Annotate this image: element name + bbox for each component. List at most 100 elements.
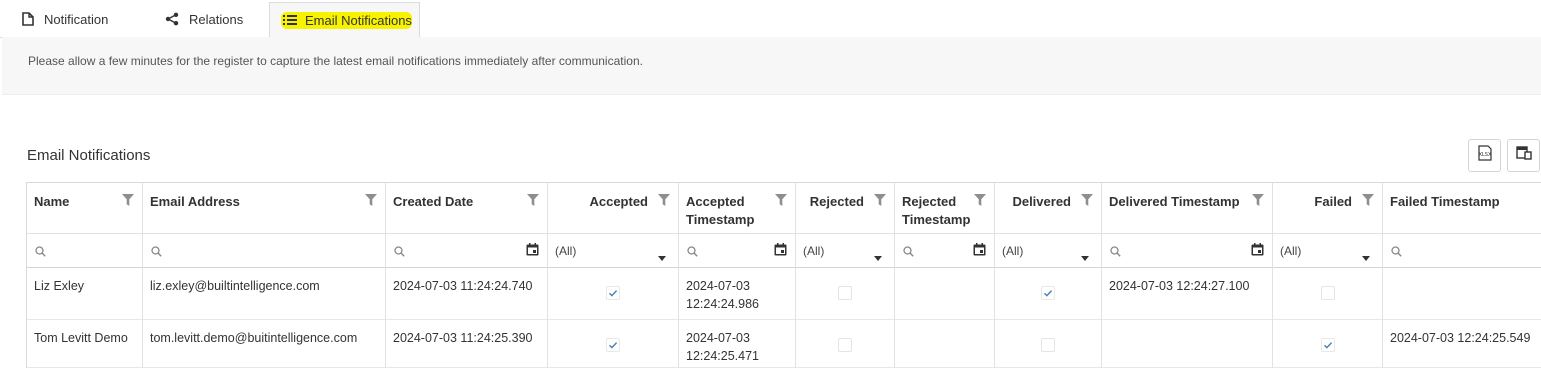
column-header-accepted_ts[interactable]: Accepted Timestamp xyxy=(679,183,795,234)
filter-select-value: (All) xyxy=(803,244,825,258)
column-header-label: Failed xyxy=(1314,194,1352,209)
table-cell-rejected_ts xyxy=(895,268,994,320)
search-icon xyxy=(687,246,698,260)
table-cell-delivered xyxy=(995,320,1101,368)
checkbox-unchecked xyxy=(838,338,852,352)
filter-cell-email[interactable] xyxy=(143,234,385,268)
table-cell-name: Liz Exley xyxy=(27,268,142,320)
column-header-label: Created Date xyxy=(393,194,474,209)
filter-funnel-icon[interactable] xyxy=(122,193,134,211)
filter-cell-accepted[interactable]: (All) xyxy=(548,234,678,268)
filter-funnel-icon[interactable] xyxy=(1252,193,1264,211)
search-icon xyxy=(1391,246,1402,260)
filter-funnel-icon[interactable] xyxy=(658,193,670,211)
cell-text: 2024-07-03 12:24:27.100 xyxy=(1109,279,1250,293)
filter-cell-failed_ts[interactable] xyxy=(1383,234,1541,268)
grid-column-failed: Failed (All) xyxy=(1273,183,1383,368)
column-header-delivered_ts[interactable]: Delivered Timestamp xyxy=(1102,183,1272,234)
filter-cell-rejected[interactable]: (All) xyxy=(796,234,894,268)
filter-funnel-icon[interactable] xyxy=(365,193,377,211)
column-header-label: Accepted xyxy=(589,194,648,209)
checkbox-unchecked xyxy=(838,286,852,300)
document-icon xyxy=(22,12,34,26)
checkbox-checked xyxy=(606,338,620,352)
calendar-icon[interactable] xyxy=(973,243,986,259)
grid-column-failed_ts: Failed Timestamp 2024-07-03 12:24:25.549 xyxy=(1383,183,1541,368)
table-cell-rejected_ts xyxy=(895,320,994,368)
checkbox-unchecked xyxy=(1041,338,1055,352)
chevron-down-icon[interactable] xyxy=(658,250,666,264)
cell-text: 2024-07-03 12:24:25.471 xyxy=(686,331,759,363)
table-cell-delivered xyxy=(995,268,1101,320)
column-header-failed_ts[interactable]: Failed Timestamp xyxy=(1383,183,1541,234)
grid-column-rejected: Rejected (All) xyxy=(796,183,895,368)
column-header-accepted[interactable]: Accepted xyxy=(548,183,678,234)
search-icon xyxy=(903,246,914,260)
tab-email-notifications[interactable]: Email Notifications xyxy=(269,2,420,38)
filter-cell-delivered_ts[interactable] xyxy=(1102,234,1272,268)
table-cell-email: liz.exley@builtintelligence.com xyxy=(143,268,385,320)
table-cell-rejected xyxy=(796,268,894,320)
share-icon xyxy=(165,12,179,26)
cell-text: liz.exley@builtintelligence.com xyxy=(150,279,320,293)
column-header-created[interactable]: Created Date xyxy=(386,183,547,234)
table-cell-accepted_ts: 2024-07-03 12:24:25.471 xyxy=(679,320,795,368)
tab-highlight: Email Notifications xyxy=(281,11,412,29)
table-cell-created: 2024-07-03 11:24:24.740 xyxy=(386,268,547,320)
cell-text: 2024-07-03 12:24:24.986 xyxy=(686,279,759,311)
chevron-down-icon[interactable] xyxy=(874,250,882,264)
column-header-rejected[interactable]: Rejected xyxy=(796,183,894,234)
column-header-name[interactable]: Name xyxy=(27,183,142,234)
filter-cell-rejected_ts[interactable] xyxy=(895,234,994,268)
filter-funnel-icon[interactable] xyxy=(775,193,787,211)
column-header-email[interactable]: Email Address xyxy=(143,183,385,234)
filter-cell-accepted_ts[interactable] xyxy=(679,234,795,268)
tab-bar: Notification Relations Email Notificatio… xyxy=(0,0,1541,38)
filter-funnel-icon[interactable] xyxy=(527,193,539,211)
grid-column-delivered: Delivered (All) xyxy=(995,183,1102,368)
tab-label: Relations xyxy=(189,11,244,27)
calendar-icon[interactable] xyxy=(1251,243,1264,259)
filter-funnel-icon[interactable] xyxy=(1081,193,1093,211)
table-cell-failed_ts: 2024-07-03 12:24:25.549 xyxy=(1383,320,1541,368)
calendar-icon[interactable] xyxy=(774,243,787,259)
filter-cell-created[interactable] xyxy=(386,234,547,268)
search-icon xyxy=(151,246,162,260)
column-header-rejected_ts[interactable]: Rejected Timestamp xyxy=(895,183,994,234)
tab-relations[interactable]: Relations xyxy=(143,2,269,36)
filter-funnel-icon[interactable] xyxy=(974,193,986,211)
filter-funnel-icon[interactable] xyxy=(1362,193,1374,211)
filter-funnel-icon[interactable] xyxy=(874,193,886,211)
column-header-label: Rejected xyxy=(809,194,864,209)
search-icon xyxy=(35,246,46,260)
column-chooser-button[interactable] xyxy=(1507,139,1540,172)
column-header-label: Email Address xyxy=(150,194,240,209)
chevron-down-icon[interactable] xyxy=(1362,250,1370,264)
section-title: Email Notifications xyxy=(27,147,151,164)
search-icon xyxy=(394,246,405,260)
table-cell-delivered_ts xyxy=(1102,320,1272,368)
tab-label: Notification xyxy=(44,11,109,27)
info-panel: Please allow a few minutes for the regis… xyxy=(2,37,1541,95)
filter-cell-delivered[interactable]: (All) xyxy=(995,234,1101,268)
cell-text: Liz Exley xyxy=(34,279,85,293)
chevron-down-icon[interactable] xyxy=(1081,250,1089,264)
table-cell-email: tom.levitt.demo@buitintelligence.com xyxy=(143,320,385,368)
grid-column-rejected_ts: Rejected Timestamp xyxy=(895,183,995,368)
filter-cell-failed[interactable]: (All) xyxy=(1273,234,1382,268)
filter-cell-name[interactable] xyxy=(27,234,142,268)
column-header-failed[interactable]: Failed xyxy=(1273,183,1382,234)
cell-text: Tom Levitt Demo xyxy=(34,331,128,345)
checkbox-checked xyxy=(1320,338,1335,352)
tab-notification[interactable]: Notification xyxy=(0,2,145,36)
column-header-label: Name xyxy=(34,194,70,209)
table-cell-failed xyxy=(1273,320,1382,368)
filter-select-value: (All) xyxy=(555,244,577,258)
column-header-delivered[interactable]: Delivered xyxy=(995,183,1101,234)
export-xlsx-button[interactable]: XLSX xyxy=(1468,139,1501,172)
svg-text:XLSX: XLSX xyxy=(1478,152,1491,158)
grid-column-accepted_ts: Accepted Timestamp 2024-07-03 12:24:24.98… xyxy=(679,183,796,368)
cell-text: tom.levitt.demo@buitintelligence.com xyxy=(150,331,358,345)
tab-label: Email Notifications xyxy=(305,12,412,28)
calendar-icon[interactable] xyxy=(526,243,539,259)
